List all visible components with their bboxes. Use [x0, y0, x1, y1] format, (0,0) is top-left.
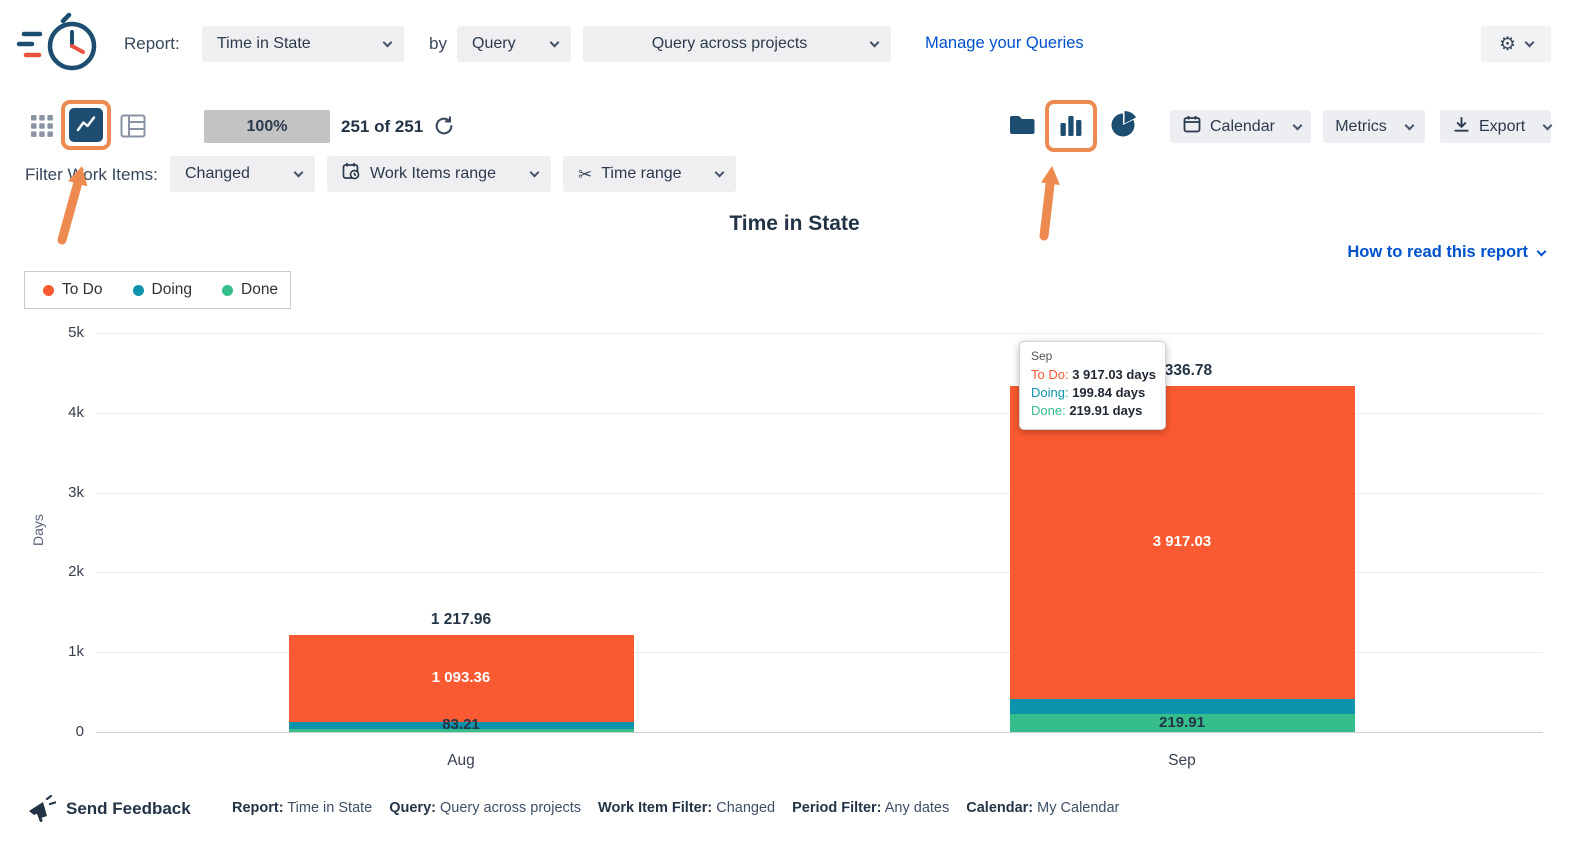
- footer-period-label: Period Filter:: [792, 800, 881, 816]
- bar-segment-doing-sep[interactable]: [1010, 699, 1355, 715]
- footer-query-label: Query:: [389, 800, 436, 816]
- footer-work-item-filter: Work Item Filter: Changed: [598, 800, 775, 816]
- footer-report-value: Time in State: [287, 800, 372, 816]
- bar-segment-label: 219.91: [1082, 714, 1282, 731]
- app-root: Report: Time in State by Query Query acr…: [0, 0, 1589, 849]
- send-feedback-link[interactable]: Send Feedback: [66, 799, 191, 819]
- y-axis-tick: 0: [0, 723, 84, 740]
- tooltip-row: To Do: 3 917.03 days: [1031, 366, 1154, 384]
- tooltip-row-value: 3 917.03 days: [1072, 367, 1156, 382]
- tooltip-row: Done: 219.91 days: [1031, 402, 1154, 420]
- footer-calendar: Calendar: My Calendar: [966, 800, 1119, 816]
- footer-wif-label: Work Item Filter:: [598, 800, 712, 816]
- tooltip-title: Sep: [1031, 349, 1154, 363]
- gridline: [96, 732, 1543, 733]
- chart-area: 5k4k3k2k1k01 217.96Aug1 093.3683.214 336…: [0, 0, 1589, 849]
- footer-report: Report: Time in State: [232, 800, 372, 816]
- tooltip-row-value: 219.91 days: [1069, 403, 1142, 418]
- tooltip-row-label: To Do:: [1031, 367, 1072, 382]
- gridline: [96, 333, 1543, 334]
- tooltip-row-value: 199.84 days: [1072, 385, 1145, 400]
- bar-total-label: 1 217.96: [361, 611, 561, 629]
- bar-segment-label: 83.21: [361, 716, 561, 733]
- footer-calendar-value: My Calendar: [1037, 800, 1119, 816]
- footer-query-value: Query across projects: [440, 800, 581, 816]
- footer-calendar-label: Calendar:: [966, 800, 1033, 816]
- tooltip-row-label: Done:: [1031, 403, 1069, 418]
- footer-query: Query: Query across projects: [389, 800, 581, 816]
- y-axis-tick: 4k: [0, 404, 84, 421]
- tooltip-row-label: Doing:: [1031, 385, 1072, 400]
- footer-period-filter: Period Filter: Any dates: [792, 800, 949, 816]
- y-axis-title: Days: [28, 478, 48, 582]
- x-axis-tick: Sep: [1122, 752, 1242, 770]
- tooltip-row: Doing: 199.84 days: [1031, 384, 1154, 402]
- chart-tooltip: Sep To Do: 3 917.03 daysDoing: 199.84 da…: [1019, 341, 1166, 430]
- megaphone-icon: [26, 795, 56, 828]
- bar-segment-label: 1 093.36: [361, 669, 561, 686]
- footer-period-value: Any dates: [885, 800, 950, 816]
- y-axis-tick: 5k: [0, 324, 84, 341]
- x-axis-tick: Aug: [401, 752, 521, 770]
- footer-report-label: Report:: [232, 800, 284, 816]
- y-axis-tick: 1k: [0, 643, 84, 660]
- bar-segment-label: 3 917.03: [1082, 533, 1282, 550]
- footer-summary: Report: Time in State Query: Query acros…: [232, 800, 1119, 816]
- footer-wif-value: Changed: [716, 800, 775, 816]
